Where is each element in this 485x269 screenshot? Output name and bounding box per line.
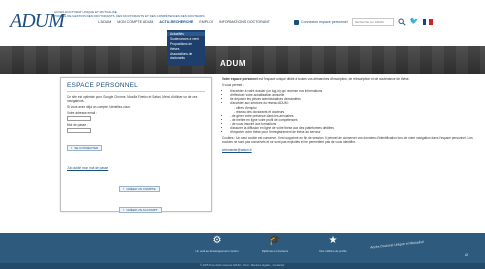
language-flag-icon[interactable]	[422, 19, 433, 25]
login-panel: ESPACE PERSONNEL Ce site est optimisé po…	[60, 77, 212, 239]
intro-paragraph: Votre espace personnel est l'espace uniq…	[222, 77, 476, 81]
nav-item-mon-compte[interactable]: MON COMPTE ADUM	[117, 20, 153, 24]
footer-logo-icon: ᵃ	[465, 251, 469, 260]
intro-bold: Votre espace personnel	[222, 77, 258, 81]
logo-text: ADUM	[10, 10, 65, 32]
login-help: Si vous avez déjà un compte, identifiez-…	[67, 105, 131, 109]
allows-heading: Il vous permet :	[222, 83, 244, 88]
intro-text: est l'espace unique dédié à toutes vos d…	[257, 77, 410, 81]
main-nav: L'ADUM MON COMPTE ADUM ACTU-RECHERCHE EM…	[98, 20, 270, 24]
cookies-notice: Cookies : Un seul cookie est conservé. I…	[222, 136, 473, 145]
star-icon: ★	[328, 235, 338, 246]
hero-title: ADUM	[220, 59, 246, 68]
actu-recherche-dropdown: Actualités Soutenances à venir Propositi…	[167, 30, 205, 66]
email-label: Votre adresse email :	[67, 111, 97, 115]
contact-email-link[interactable]: webmaster@adum.fr	[222, 148, 252, 152]
footer-item: ★ Des millions de profils	[319, 235, 347, 253]
footer-item: 🎓 Diplômés et docteurs	[261, 235, 289, 253]
footer-item: ⚙ Un outil au développement continu	[195, 235, 239, 253]
twitter-icon[interactable]: 🐦	[410, 18, 419, 26]
chevron-right-icon: ›	[71, 145, 73, 150]
connect-button[interactable]: › SE CONNECTER	[67, 144, 103, 151]
tagline-line-2: PORTAIL DE GESTION DES DOCTORANTS, DES D…	[54, 14, 205, 18]
dropdown-item-associations[interactable]: Associations de doctorants	[170, 52, 202, 60]
dropdown-item-propositions[interactable]: Propositions de thèses	[170, 42, 202, 50]
chevron-right-icon: ›	[123, 186, 125, 191]
gears-icon: ⚙	[212, 235, 222, 246]
nav-item-emploi[interactable]: EMPLOI	[199, 20, 213, 24]
create-account-alt-button[interactable]: › CRÉER UN ACCOMPT	[119, 206, 162, 213]
browser-notice: Ce site est optimisé pour Google Chrome,…	[67, 95, 198, 103]
nav-item-actu-recherche[interactable]: ACTU-RECHERCHE	[159, 20, 193, 24]
panel-divider	[67, 91, 205, 92]
header-utilities: Connexion espace personnel 🐦	[294, 18, 433, 26]
forgot-password-link[interactable]: J'ai oublié mon mot de passe	[67, 166, 108, 170]
create-account-button[interactable]: › CRÉER UN COMPTE	[119, 185, 160, 192]
adum-logo[interactable]: ADUM	[10, 8, 65, 34]
nav-item-adum[interactable]: L'ADUM	[98, 20, 111, 24]
copyright-text: © 2025 Tous droits réservés ADUM - CGU -…	[200, 264, 285, 267]
list-item: d'importer votre thèse pour l'enregistre…	[230, 130, 476, 134]
info-content: Votre espace personnel est l'espace uniq…	[222, 77, 476, 155]
hero-banner: ADUM	[0, 46, 485, 74]
search-input[interactable]	[351, 18, 394, 26]
dropdown-item-soutenances[interactable]: Soutenances à venir	[170, 37, 202, 41]
search-icon[interactable]	[398, 18, 406, 26]
footer-bottom-bar: © 2025 Tous droits réservés ADUM - CGU -…	[0, 263, 485, 269]
nav-item-informations-doctorant[interactable]: INFORMATIONS DOCTORANT	[219, 20, 270, 24]
password-label: Mot de passe :	[67, 123, 88, 127]
email-field[interactable]	[67, 116, 91, 121]
password-field[interactable]	[67, 128, 91, 133]
footer-signature: Accès Doctorat Unique et Mutualisé	[370, 239, 425, 250]
dropdown-item-actualites[interactable]: Actualités	[167, 32, 205, 37]
site-footer: ⚙ Un outil au développement continu 🎓 Di…	[0, 233, 485, 269]
connect-label: Connexion espace personnel	[301, 20, 348, 24]
footer-highlights: ⚙ Un outil au développement continu 🎓 Di…	[195, 235, 350, 253]
tagline: ACCES DOCTORAT UNIQUE ET MUTUALISE PORTA…	[54, 10, 284, 18]
graduation-cap-icon: 🎓	[268, 235, 282, 246]
connect-link[interactable]: Connexion espace personnel	[294, 19, 348, 25]
user-icon	[294, 19, 299, 25]
features-list: d'accéder à votre dossier (un log-in) qu…	[222, 89, 476, 134]
chevron-right-icon: ›	[123, 207, 125, 212]
panel-title: ESPACE PERSONNEL	[67, 82, 138, 89]
